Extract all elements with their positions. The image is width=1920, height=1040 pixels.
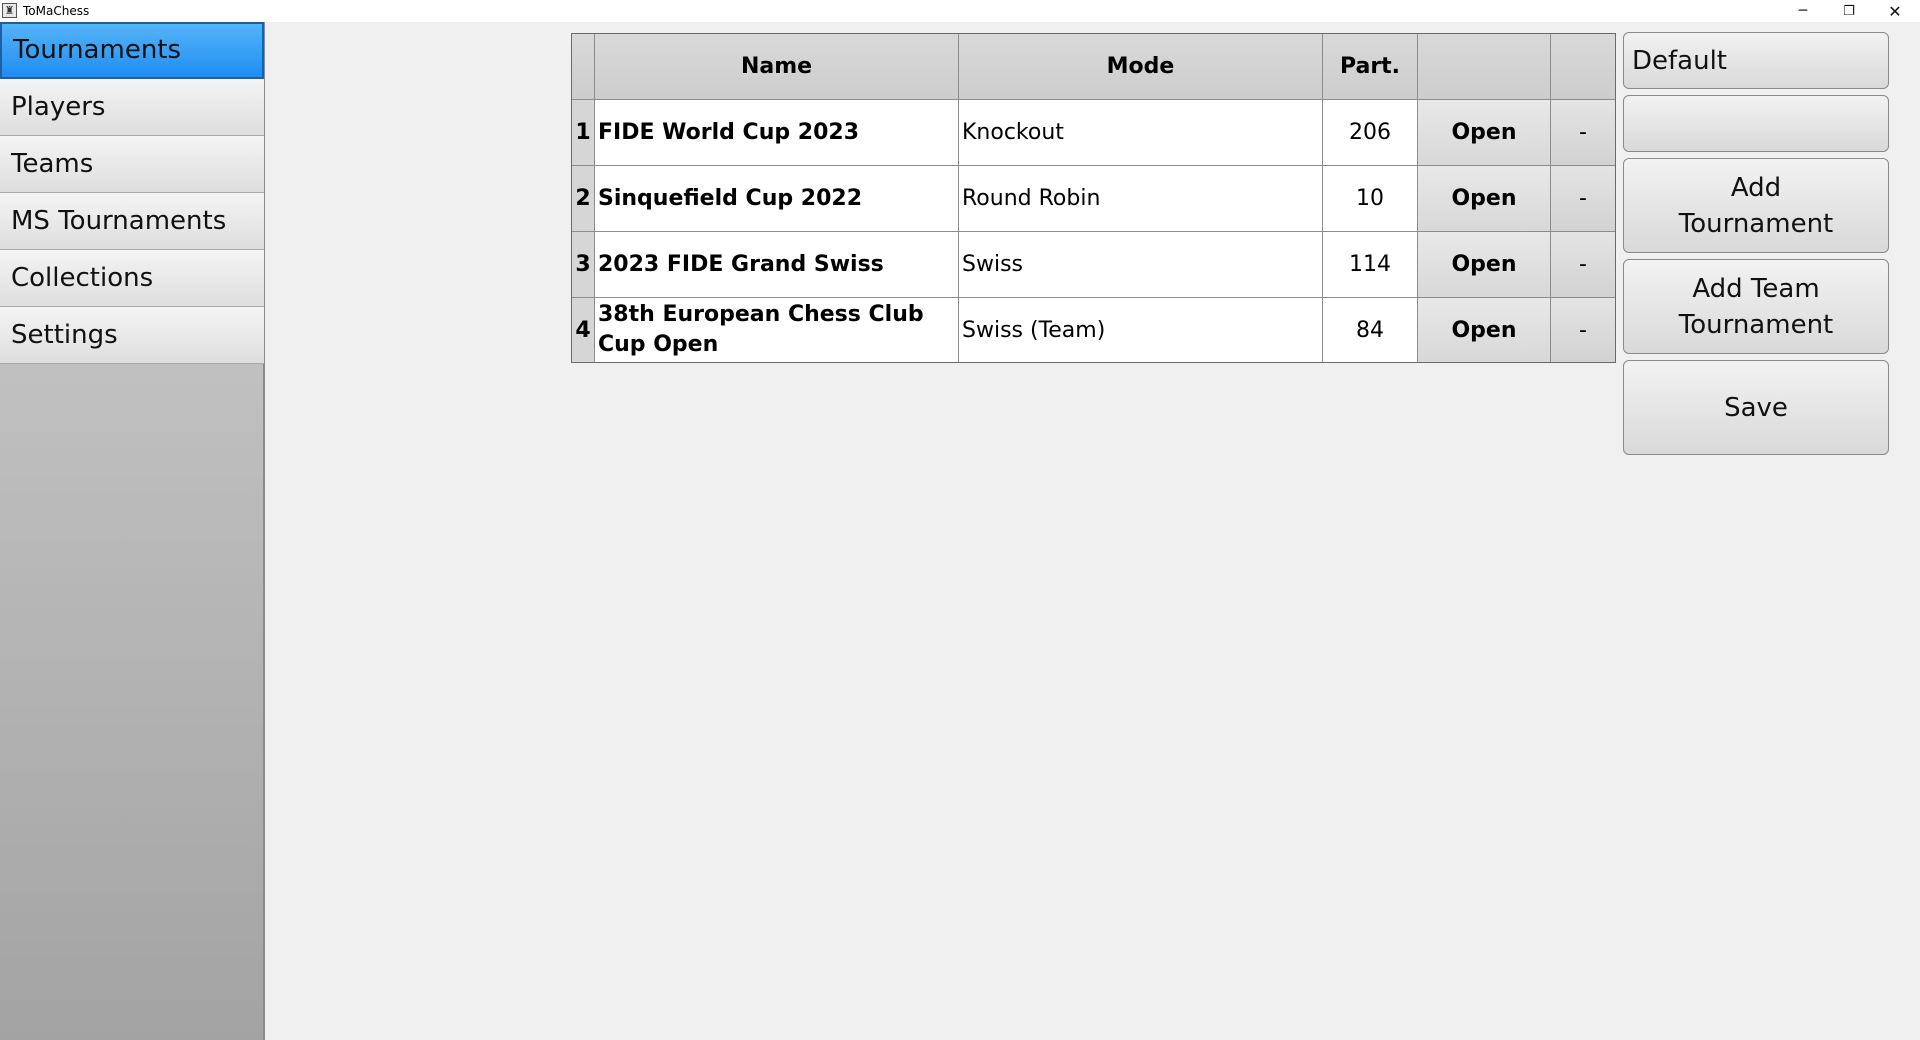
sidebar-item-collections[interactable]: Collections — [0, 250, 264, 307]
open-tournament-button[interactable]: Open — [1418, 232, 1551, 298]
row-number: 3 — [572, 232, 595, 298]
tournament-mode[interactable]: Swiss — [959, 232, 1323, 298]
add-tournament-button[interactable]: Add Tournament — [1623, 158, 1889, 253]
delete-tournament-button[interactable]: - — [1551, 232, 1615, 298]
tournament-mode[interactable]: Round Robin — [959, 166, 1323, 232]
tournament-mode[interactable]: Knockout — [959, 100, 1323, 166]
tournaments-table: Name Mode Part. 1 FIDE World Cup 2023 Kn… — [571, 33, 1616, 363]
title-bar: ♜ ToMaChess ─ ❐ ✕ — [0, 0, 1920, 22]
tournament-participants[interactable]: 206 — [1323, 100, 1418, 166]
tournament-participants[interactable]: 84 — [1323, 298, 1418, 362]
tournament-name[interactable]: FIDE World Cup 2023 — [595, 100, 959, 166]
row-number: 2 — [572, 166, 595, 232]
sidebar-item-teams[interactable]: Teams — [0, 136, 264, 193]
header-mode[interactable]: Mode — [959, 34, 1323, 100]
default-button[interactable]: Default — [1623, 32, 1889, 89]
delete-tournament-button[interactable]: - — [1551, 298, 1615, 362]
tournament-name[interactable]: 38th European Chess Club Cup Open — [595, 298, 959, 362]
delete-tournament-button[interactable]: - — [1551, 166, 1615, 232]
row-number: 1 — [572, 100, 595, 166]
tournament-name[interactable]: Sinquefield Cup 2022 — [595, 166, 959, 232]
window-title: ToMaChess — [23, 4, 90, 18]
tournament-name[interactable]: 2023 FIDE Grand Swiss — [595, 232, 959, 298]
minimize-button[interactable]: ─ — [1780, 0, 1826, 22]
delete-tournament-button[interactable]: - — [1551, 100, 1615, 166]
header-number — [572, 34, 595, 100]
sidebar-item-ms-tournaments[interactable]: MS Tournaments — [0, 193, 264, 250]
tournament-participants[interactable]: 10 — [1323, 166, 1418, 232]
open-tournament-button[interactable]: Open — [1418, 298, 1551, 362]
sidebar-item-tournaments[interactable]: Tournaments — [0, 22, 264, 79]
open-tournament-button[interactable]: Open — [1418, 166, 1551, 232]
close-icon: ✕ — [1888, 1, 1902, 21]
header-delete — [1551, 34, 1615, 100]
open-tournament-button[interactable]: Open — [1418, 100, 1551, 166]
sidebar-item-players[interactable]: Players — [0, 79, 264, 136]
sidebar: Tournaments Players Teams MS Tournaments… — [0, 22, 265, 1040]
save-button[interactable]: Save — [1623, 360, 1889, 455]
blank-button[interactable] — [1623, 95, 1889, 152]
restore-button[interactable]: ❐ — [1826, 0, 1872, 22]
header-participants[interactable]: Part. — [1323, 34, 1418, 100]
header-name[interactable]: Name — [595, 34, 959, 100]
add-team-tournament-button[interactable]: Add Team Tournament — [1623, 259, 1889, 354]
app-chess-icon: ♜ — [2, 3, 17, 18]
tournament-mode[interactable]: Swiss (Team) — [959, 298, 1323, 362]
tournament-participants[interactable]: 114 — [1323, 232, 1418, 298]
minimize-icon: ─ — [1798, 3, 1808, 19]
restore-icon: ❐ — [1843, 3, 1855, 19]
row-number: 4 — [572, 298, 595, 362]
header-open — [1418, 34, 1551, 100]
sidebar-item-settings[interactable]: Settings — [0, 307, 264, 364]
close-button[interactable]: ✕ — [1872, 0, 1918, 22]
